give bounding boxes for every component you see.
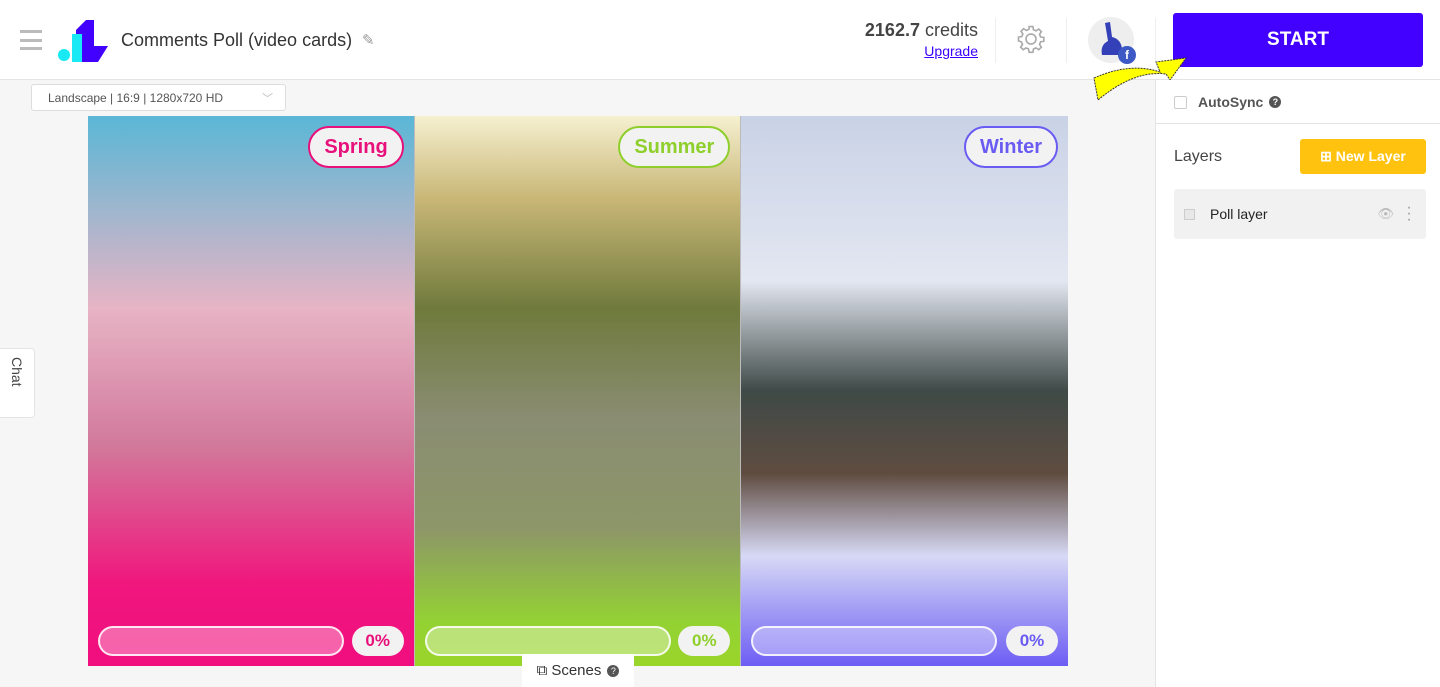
option-percent: 0% xyxy=(1006,626,1059,656)
credits-display: 2162.7 credits Upgrade xyxy=(865,20,978,59)
app-logo xyxy=(58,20,108,62)
scenes-label: Scenes xyxy=(551,662,602,679)
progress-bar xyxy=(424,626,671,656)
option-label: Spring xyxy=(308,126,404,168)
right-sidebar: AutoSync? Layers ⊞ New Layer Poll layer … xyxy=(1155,80,1440,687)
option-label: Summer xyxy=(618,126,731,168)
divider xyxy=(1156,123,1440,124)
credits-value: 2162.7 xyxy=(864,20,920,40)
scenes-icon: ⧉ xyxy=(536,662,548,679)
poll-card-winter[interactable]: Winter 0% xyxy=(741,116,1069,666)
edit-pencil-icon[interactable]: ✎ xyxy=(362,31,375,49)
poll-canvas: Spring 0% Summer 0% Winter 0% xyxy=(88,116,1069,666)
plus-icon: ⊞ xyxy=(1320,148,1332,164)
option-percent: 0% xyxy=(678,626,731,656)
new-layer-button[interactable]: ⊞ New Layer xyxy=(1300,139,1426,174)
eye-icon[interactable]: 👁 xyxy=(1377,206,1394,222)
layer-name: Poll layer xyxy=(1210,206,1268,222)
scenes-button[interactable]: ⧉ Scenes? xyxy=(522,654,634,687)
hamburger-menu-icon[interactable] xyxy=(20,30,42,50)
start-button[interactable]: START xyxy=(1173,13,1423,67)
upgrade-link[interactable]: Upgrade xyxy=(865,43,978,59)
poll-card-spring[interactable]: Spring 0% xyxy=(88,116,415,666)
autosync-label: AutoSync xyxy=(1198,94,1264,110)
poll-card-summer[interactable]: Summer 0% xyxy=(414,116,742,666)
help-icon[interactable]: ? xyxy=(1269,96,1282,108)
format-select[interactable]: Landscape | 16:9 | 1280x720 HD ﹀ xyxy=(31,84,286,111)
divider xyxy=(995,18,996,63)
help-icon[interactable]: ? xyxy=(607,664,620,677)
top-bar: Comments Poll (video cards) ✎ 2162.7 cre… xyxy=(0,0,1440,80)
chevron-down-icon: ﹀ xyxy=(262,93,273,105)
autosync-checkbox[interactable] xyxy=(1174,95,1187,109)
layer-type-icon xyxy=(1184,208,1195,220)
more-options-icon[interactable]: · · · xyxy=(1406,200,1412,228)
layer-item[interactable]: Poll layer 👁 · · · xyxy=(1174,189,1426,239)
gear-icon[interactable] xyxy=(1016,24,1046,54)
format-value: Landscape | 16:9 | 1280x720 HD xyxy=(48,91,224,105)
divider xyxy=(1066,18,1067,63)
option-label: Winter xyxy=(963,126,1059,168)
chat-tab[interactable]: Chat xyxy=(0,348,35,418)
option-percent: 0% xyxy=(351,626,404,656)
progress-bar xyxy=(751,626,998,656)
chat-label: Chat xyxy=(9,357,25,387)
progress-bar xyxy=(98,626,344,656)
credits-unit: credits xyxy=(924,20,978,40)
new-layer-label: New Layer xyxy=(1335,148,1406,164)
project-title[interactable]: Comments Poll (video cards) xyxy=(121,30,352,51)
layers-heading: Layers xyxy=(1174,148,1223,165)
